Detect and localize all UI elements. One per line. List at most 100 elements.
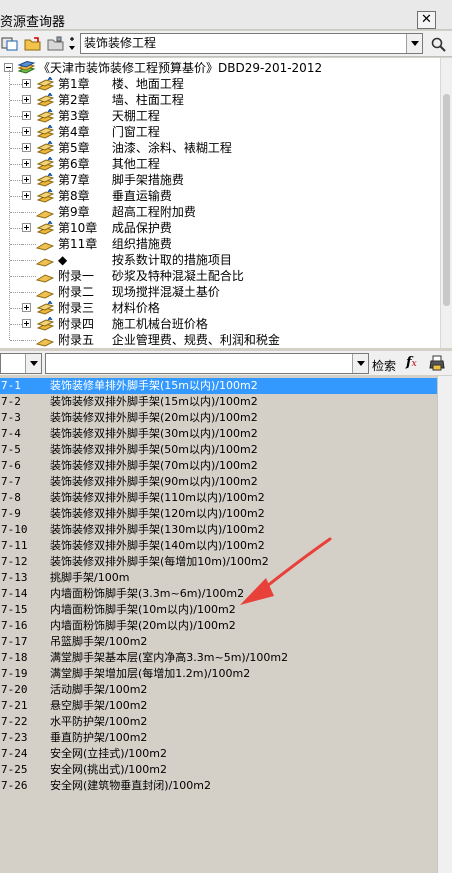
tree-item[interactable]: 附录四 施工机械台班价格 xyxy=(0,316,440,332)
search-input[interactable] xyxy=(45,353,369,374)
tree-item[interactable]: 第3章 天棚工程 xyxy=(0,108,440,124)
fx-sub: x xyxy=(411,359,417,369)
tree-connector xyxy=(22,212,36,213)
list-item[interactable]: 7-5 装饰装修双排外脚手架(50m以内)/100m2 xyxy=(0,442,437,458)
tree-scrollbar[interactable] xyxy=(440,58,452,348)
expand-toggle[interactable] xyxy=(22,127,31,136)
list-item[interactable]: 7-18 满堂脚手架基本层(室内净高3.3m~5m)/100m2 xyxy=(0,650,437,666)
list-item-code: 7-21 xyxy=(1,699,28,712)
tree-item-label: 第2章 墙、柱面工程 xyxy=(58,92,184,108)
list-item[interactable]: 7-26 安全网(建筑物垂直封闭)/100m2 xyxy=(0,778,437,794)
list-item-name: 装饰装修双排外脚手架(70m以内)/100m2 xyxy=(50,459,258,472)
tree-item[interactable]: 第7章 脚手架措施费 xyxy=(0,172,440,188)
tree-item[interactable]: 附录五 企业管理费、规费、利润和税金 xyxy=(0,332,440,348)
tree-item[interactable]: 附录二 现场搅拌混凝土基价 xyxy=(0,284,440,300)
chevron-down-icon[interactable] xyxy=(25,354,41,373)
list-item-code: 7-3 xyxy=(1,411,21,424)
expand-toggle[interactable] xyxy=(22,111,31,120)
tree-item[interactable]: 附录三 材料价格 xyxy=(0,300,440,316)
expand-toggle[interactable] xyxy=(22,191,31,200)
function-button[interactable]: fx xyxy=(406,355,417,370)
list-item-code: 7-22 xyxy=(1,715,28,728)
window-title: 资源查询器 xyxy=(0,15,66,30)
tree-item[interactable]: 第8章 垂直运输费 xyxy=(0,188,440,204)
list-item[interactable]: 7-14 内墙面粉饰脚手架(3.3m~6m)/100m2 xyxy=(0,586,437,602)
expand-toggle[interactable] xyxy=(22,319,31,328)
list-item[interactable]: 7-10 装饰装修双排外脚手架(130m以内)/100m2 xyxy=(0,522,437,538)
list-item[interactable]: 7-8 装饰装修双排外脚手架(110m以内)/100m2 xyxy=(0,490,437,506)
tree-root[interactable]: 《天津市装饰装修工程预算基价》DBD29-201-2012 xyxy=(0,60,440,76)
list-item[interactable]: 7-7 装饰装修双排外脚手架(90m以内)/100m2 xyxy=(0,474,437,490)
tree-root-label: 《天津市装饰装修工程预算基价》DBD29-201-2012 xyxy=(38,61,323,75)
tree-item[interactable]: 第10章 成品保护费 xyxy=(0,220,440,236)
list-item[interactable]: 7-21 悬空脚手架/100m2 xyxy=(0,698,437,714)
quota-list[interactable]: 7-1 装饰装修单排外脚手架(15m以内)/100m2 7-2 装饰装修双排外脚手架(… xyxy=(0,376,437,873)
copy-icon[interactable] xyxy=(1,36,19,52)
tree-scrollbar-thumb[interactable] xyxy=(443,94,450,306)
expand-toggle[interactable] xyxy=(22,175,31,184)
tree-item[interactable]: 第1章 楼、地面工程 xyxy=(0,76,440,92)
folder-open-icon[interactable] xyxy=(24,36,42,52)
list-item-name: 挑脚手架/100m xyxy=(50,571,130,584)
list-item-code: 7-2 xyxy=(1,395,21,408)
list-item[interactable]: 7-2 装饰装修双排外脚手架(15m以内)/100m2 xyxy=(0,394,437,410)
tree-item-title: 按系数计取的措施项目 xyxy=(111,253,232,267)
list-item-code: 7-26 xyxy=(1,779,28,792)
printer-icon[interactable] xyxy=(428,355,446,371)
tree-connector xyxy=(10,276,22,277)
filter-dropdown[interactable] xyxy=(0,353,42,374)
tree-connector xyxy=(10,164,22,165)
list-item[interactable]: 7-4 装饰装修双排外脚手架(30m以内)/100m2 xyxy=(0,426,437,442)
chevron-down-icon[interactable] xyxy=(352,354,368,373)
tree-item[interactable]: 第2章 墙、柱面工程 xyxy=(0,92,440,108)
search-button[interactable]: 检索 xyxy=(372,357,396,374)
list-item-name: 装饰装修双排外脚手架(140m以内)/100m2 xyxy=(50,539,265,552)
list-item[interactable]: 7-20 活动脚手架/100m2 xyxy=(0,682,437,698)
expand-toggle[interactable] xyxy=(22,79,31,88)
tree-item-number: 附录三 xyxy=(58,301,95,315)
list-item[interactable]: 7-19 满堂脚手架增加层(每增加1.2m)/100m2 xyxy=(0,666,437,682)
tree-item[interactable]: 第11章 组织措施费 xyxy=(0,236,440,252)
list-item-code: 7-12 xyxy=(1,555,28,568)
list-item[interactable]: 7-16 内墙面粉饰脚手架(20m以内)/100m2 xyxy=(0,618,437,634)
list-item[interactable]: 7-1 装饰装修单排外脚手架(15m以内)/100m2 xyxy=(0,378,437,394)
tree-item[interactable]: 第9章 超高工程附加费 xyxy=(0,204,440,220)
expand-toggle[interactable] xyxy=(22,223,31,232)
toolbar-overflow-icon[interactable] xyxy=(68,36,76,52)
expand-toggle[interactable] xyxy=(22,143,31,152)
tree-item-number: 第8章 xyxy=(58,189,90,203)
list-item[interactable]: 7-23 垂直防护架/100m2 xyxy=(0,730,437,746)
list-item[interactable]: 7-24 安全网(立挂式)/100m2 xyxy=(0,746,437,762)
list-item[interactable]: 7-22 水平防护架/100m2 xyxy=(0,714,437,730)
tree-item[interactable]: 第6章 其他工程 xyxy=(0,156,440,172)
list-item[interactable]: 7-11 装饰装修双排外脚手架(140m以内)/100m2 xyxy=(0,538,437,554)
expand-toggle[interactable] xyxy=(22,159,31,168)
close-button[interactable]: ✕ xyxy=(417,11,436,29)
tree-item-label: ◆ 按系数计取的措施项目 xyxy=(58,252,232,268)
tree-item[interactable]: 第4章 门窗工程 xyxy=(0,124,440,140)
expand-toggle[interactable] xyxy=(22,95,31,104)
tree-item[interactable]: ◆ 按系数计取的措施项目 xyxy=(0,252,440,268)
book-icon xyxy=(36,242,54,251)
list-item[interactable]: 7-15 内墙面粉饰脚手架(10m以内)/100m2 xyxy=(0,602,437,618)
list-item[interactable]: 7-25 安全网(挑出式)/100m2 xyxy=(0,762,437,778)
expand-toggle[interactable] xyxy=(22,303,31,312)
list-item[interactable]: 7-3 装饰装修双排外脚手架(20m以内)/100m2 xyxy=(0,410,437,426)
chevron-down-icon[interactable] xyxy=(406,34,422,53)
library-dropdown[interactable]: 装饰装修工程 xyxy=(80,33,423,54)
list-item[interactable]: 7-13 挑脚手架/100m xyxy=(0,570,437,586)
tree-item[interactable]: 附录一 砂浆及特种混凝土配合比 xyxy=(0,268,440,284)
tree-item-title: 施工机械台班价格 xyxy=(111,317,208,331)
book-icon xyxy=(36,338,54,347)
tree-connector xyxy=(10,260,22,261)
search-icon[interactable] xyxy=(430,36,448,52)
folder-icon[interactable] xyxy=(47,36,65,52)
list-item[interactable]: 7-6 装饰装修双排外脚手架(70m以内)/100m2 xyxy=(0,458,437,474)
list-scrollbar[interactable] xyxy=(437,376,452,873)
list-item[interactable]: 7-12 装饰装修双排外脚手架(每增加10m)/100m2 xyxy=(0,554,437,570)
chapter-tree[interactable]: 《天津市装饰装修工程预算基价》DBD29-201-2012 第1章 楼、地面工程… xyxy=(0,58,440,348)
list-item-name: 装饰装修单排外脚手架(15m以内)/100m2 xyxy=(50,379,258,392)
tree-item[interactable]: 第5章 油漆、涂料、裱糊工程 xyxy=(0,140,440,156)
list-item[interactable]: 7-9 装饰装修双排外脚手架(120m以内)/100m2 xyxy=(0,506,437,522)
list-item[interactable]: 7-17 吊篮脚手架/100m2 xyxy=(0,634,437,650)
